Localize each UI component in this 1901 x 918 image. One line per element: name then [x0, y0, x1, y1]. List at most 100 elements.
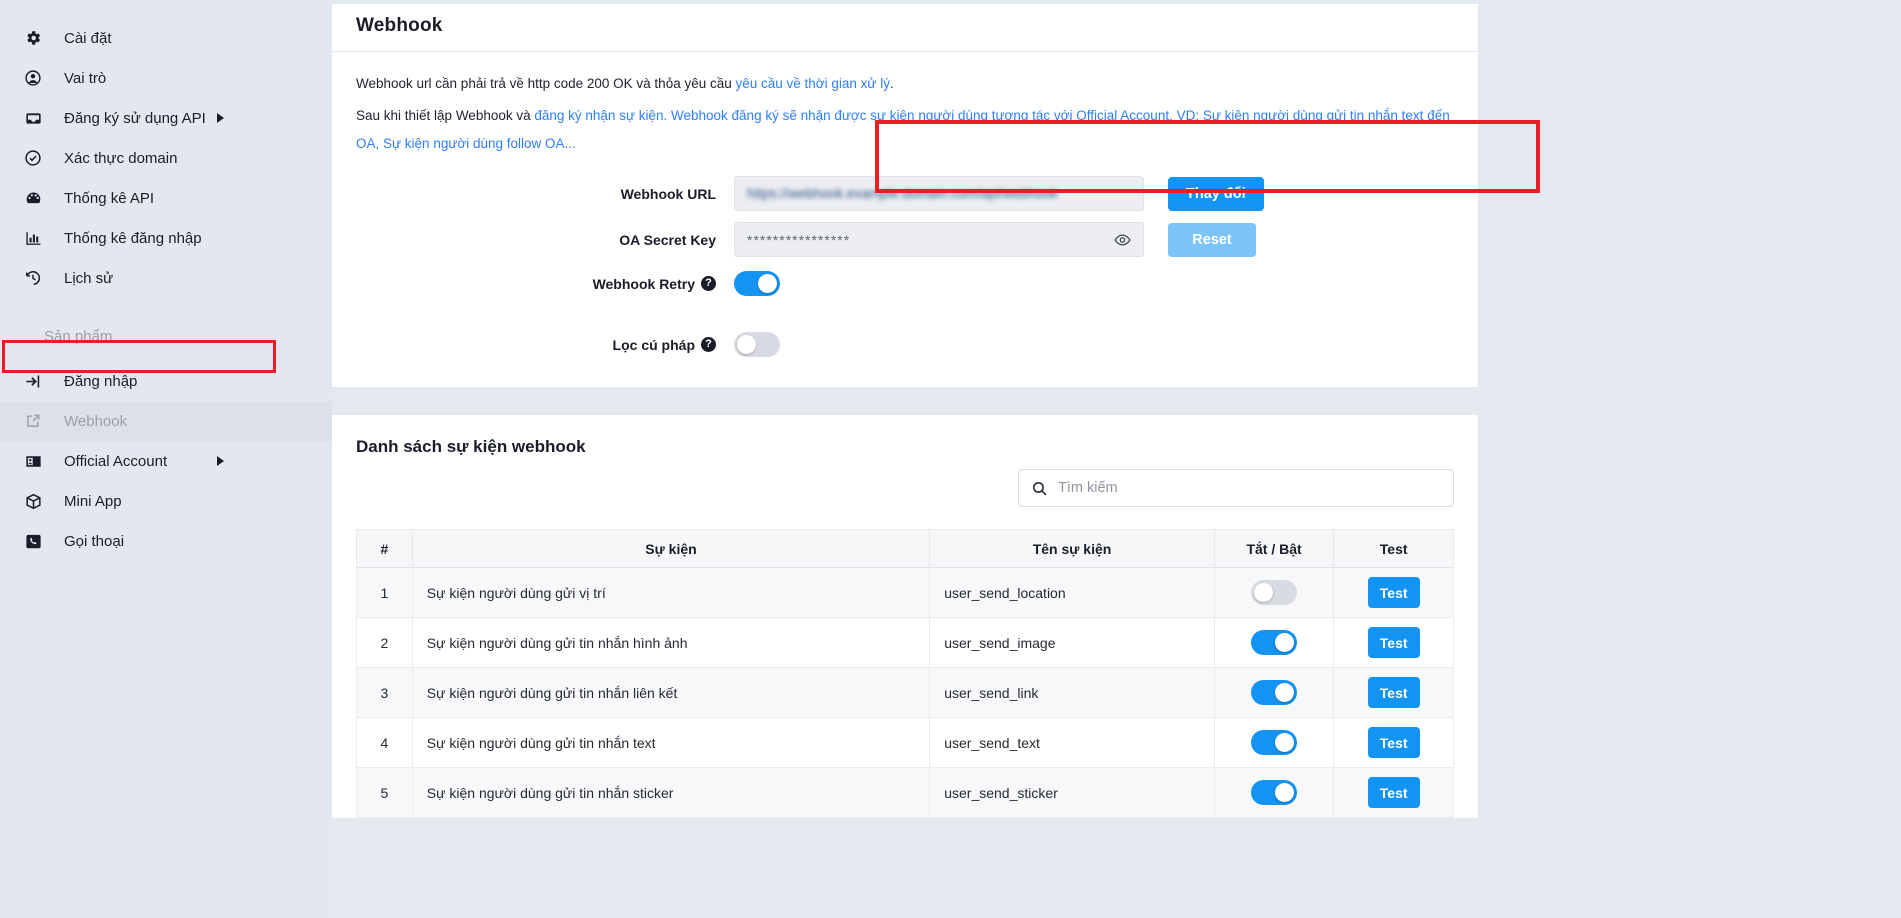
sidebar-section-label: Sản phẩm — [20, 328, 332, 345]
row-test-cell: Test — [1334, 618, 1454, 668]
row-enable-toggle[interactable] — [1251, 580, 1297, 605]
row-test-button[interactable]: Test — [1368, 677, 1420, 708]
webhook-retry-label: Webhook Retry — [593, 276, 695, 292]
events-table-body: 1Sự kiện người dùng gửi vị tríuser_send_… — [357, 568, 1454, 818]
sidebar-item-label: Cài đặt — [64, 30, 112, 47]
row-event-name: user_send_image — [930, 618, 1215, 668]
sidebar-item-th-ng-k-ng-nh-p[interactable]: Thống kê đăng nhập — [0, 218, 332, 258]
top-strip — [332, 0, 1901, 4]
row-test-button[interactable]: Test — [1368, 727, 1420, 758]
sidebar-item-label: Webhook — [64, 413, 127, 430]
secret-key-input[interactable]: **************** — [734, 222, 1144, 257]
search-placeholder: Tìm kiếm — [1058, 480, 1118, 496]
table-row: 2Sự kiện người dùng gửi tin nhắn hình ản… — [357, 618, 1454, 668]
webhook-url-row: Webhook URL https://webhook.example.doma… — [592, 176, 1454, 211]
webhook-url-input[interactable]: https://webhook.example.domain.com/api/w… — [734, 176, 1144, 211]
sidebar-item-label: Đăng ký sử dụng API — [64, 110, 206, 127]
check-circle-icon — [24, 149, 50, 167]
description-line-2: Sau khi thiết lập Webhook và đăng ký nhậ… — [356, 102, 1454, 158]
sidebar-item-label: Official Account — [64, 453, 167, 470]
user-circle-icon — [24, 69, 50, 87]
sidebar-item-label: Thống kê API — [64, 190, 154, 207]
table-row: 1Sự kiện người dùng gửi vị tríuser_send_… — [357, 568, 1454, 618]
bar-chart-icon — [24, 229, 50, 248]
change-button-wrap: Thay đổi — [1168, 177, 1264, 211]
row-test-cell: Test — [1334, 568, 1454, 618]
inbox-icon — [24, 109, 50, 128]
row-test-button[interactable]: Test — [1368, 627, 1420, 658]
table-row: 5Sự kiện người dùng gửi tin nhắn sticker… — [357, 768, 1454, 818]
sidebar-item-g-i-tho-i[interactable]: Gọi thoại — [0, 521, 332, 561]
history-icon — [24, 269, 50, 287]
row-test-cell: Test — [1334, 768, 1454, 818]
sidebar-item-label: Mini App — [64, 493, 122, 510]
toggle-knob — [1275, 633, 1294, 652]
table-row: 3Sự kiện người dùng gửi tin nhắn liên kế… — [357, 668, 1454, 718]
column-header-3: Tắt / Bật — [1214, 530, 1334, 568]
secret-key-row: OA Secret Key **************** — [592, 222, 1454, 257]
sidebar-item-official-account[interactable]: Official Account — [0, 441, 332, 481]
webhook-retry-toggle[interactable] — [734, 271, 780, 296]
row-index: 4 — [357, 718, 413, 768]
desc2-text-before: Sau khi thiết lập Webhook và — [356, 108, 534, 123]
processing-time-link[interactable]: yêu cầu về thời gian xử lý — [736, 76, 890, 91]
row-test-cell: Test — [1334, 668, 1454, 718]
sidebar-item-c-i-t[interactable]: Cài đặt — [0, 18, 332, 58]
syntax-filter-toggle[interactable] — [734, 332, 780, 357]
row-enable-toggle[interactable] — [1251, 680, 1297, 705]
help-icon-webhook-retry[interactable]: ? — [701, 276, 716, 291]
register-events-link[interactable]: đăng ký nhận sự kiện — [534, 108, 663, 123]
sidebar-main-nav: Cài đặt Vai trò Đăng ký sử dụng API Xác thự… — [0, 18, 332, 298]
toggle-knob — [758, 274, 777, 293]
row-test-button[interactable]: Test — [1368, 777, 1420, 808]
sidebar: Cài đặt Vai trò Đăng ký sử dụng API Xác thự… — [0, 0, 332, 918]
sidebar-item-ng-nh-p[interactable]: Đăng nhập — [0, 361, 332, 401]
row-index: 5 — [357, 768, 413, 818]
row-test-button[interactable]: Test — [1368, 577, 1420, 608]
row-event-name: user_send_location — [930, 568, 1215, 618]
panel-header: Webhook — [332, 0, 1478, 52]
toggle-knob — [1275, 783, 1294, 802]
sidebar-item-label: Vai trò — [64, 70, 106, 87]
change-webhook-url-button[interactable]: Thay đổi — [1168, 177, 1264, 211]
sidebar-item-th-ng-k-api[interactable]: Thống kê API — [0, 178, 332, 218]
row-enable-toggle[interactable] — [1251, 730, 1297, 755]
row-index: 2 — [357, 618, 413, 668]
sidebar-item-label: Lịch sử — [64, 270, 113, 287]
row-toggle-cell — [1214, 768, 1334, 818]
search-box[interactable]: Tìm kiếm — [1018, 469, 1454, 507]
panel-body: Webhook url cần phải trả về http code 20… — [332, 52, 1478, 387]
external-link-icon — [24, 412, 50, 430]
search-icon — [1031, 480, 1048, 497]
row-event-description: Sự kiện người dùng gửi tin nhắn sticker — [412, 768, 929, 818]
cube-icon — [24, 492, 50, 511]
sidebar-item-label: Đăng nhập — [64, 373, 137, 390]
row-index: 3 — [357, 668, 413, 718]
phone-icon — [24, 532, 50, 551]
page-title: Webhook — [356, 15, 443, 37]
row-event-name: user_send_text — [930, 718, 1215, 768]
description-line-1: Webhook url cần phải trả về http code 20… — [356, 70, 1454, 98]
column-header-1: Sự kiện — [412, 530, 929, 568]
reset-button-wrap: Reset — [1168, 223, 1256, 257]
eye-icon[interactable] — [1114, 231, 1131, 248]
sidebar-item-l-ch-s[interactable]: Lịch sử — [0, 258, 332, 298]
row-event-description: Sự kiện người dùng gửi tin nhắn hình ảnh — [412, 618, 929, 668]
sidebar-item-x-c-th-c-domain[interactable]: Xác thực domain — [0, 138, 332, 178]
sidebar-item-mini-app[interactable]: Mini App — [0, 481, 332, 521]
row-enable-toggle[interactable] — [1251, 780, 1297, 805]
webhook-url-label: Webhook URL — [592, 186, 734, 202]
webhook-retry-label-wrap: Webhook Retry ? — [592, 276, 734, 292]
sidebar-product-nav: Đăng nhập Webhook Official Account Mini App… — [0, 361, 332, 561]
reset-secret-key-button[interactable]: Reset — [1168, 223, 1256, 257]
help-icon-syntax-filter[interactable]: ? — [701, 337, 716, 352]
main-content: Webhook Webhook url cần phải trả về http… — [332, 0, 1901, 918]
sidebar-item-ng-k-s-d-ng-api[interactable]: Đăng ký sử dụng API — [0, 98, 332, 138]
sidebar-item-vai-tr[interactable]: Vai trò — [0, 58, 332, 98]
row-enable-toggle[interactable] — [1251, 630, 1297, 655]
toggle-knob — [737, 335, 756, 354]
app-root: Cài đặt Vai trò Đăng ký sử dụng API Xác thự… — [0, 0, 1901, 918]
sidebar-item-webhook[interactable]: Webhook — [0, 401, 332, 441]
secret-key-label: OA Secret Key — [592, 232, 734, 248]
search-row: Tìm kiếm — [332, 457, 1478, 507]
